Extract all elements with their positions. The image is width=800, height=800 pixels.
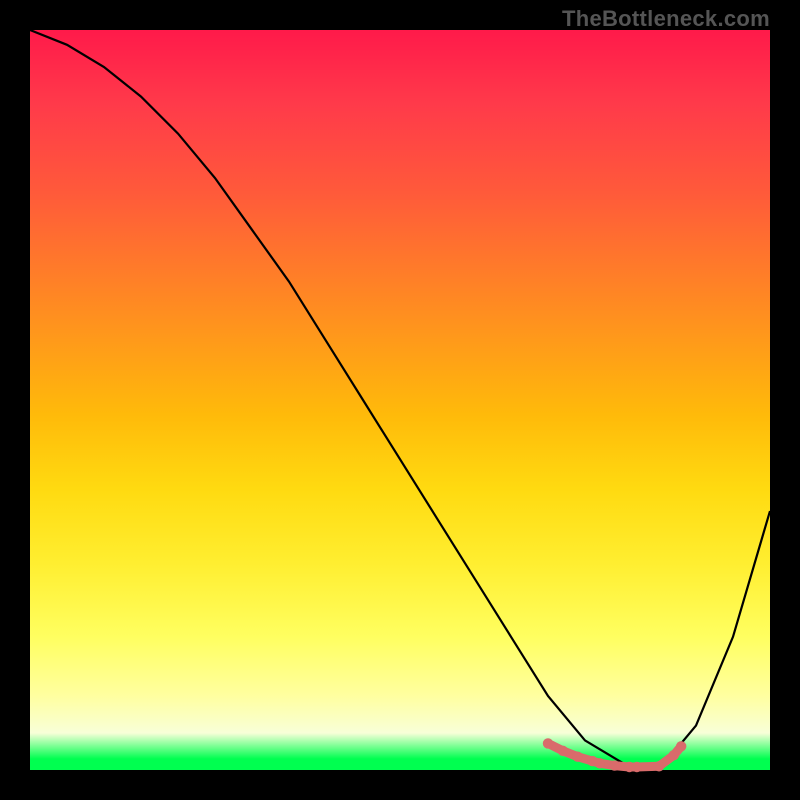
optimal-band-dot	[595, 758, 605, 768]
optimal-band-dot	[543, 738, 553, 748]
optimal-band-dot	[609, 760, 619, 770]
optimal-band-dot	[558, 746, 568, 756]
optimal-band-markers	[543, 738, 687, 772]
optimal-band-dot	[669, 750, 679, 760]
optimal-band-dot	[676, 741, 686, 751]
plot-area	[30, 30, 770, 770]
bottleneck-curve-line	[30, 30, 770, 770]
optimal-band-dot	[572, 752, 582, 762]
watermark-text: TheBottleneck.com	[562, 6, 770, 32]
chart-svg	[30, 30, 770, 770]
optimal-band-dot	[654, 761, 664, 771]
chart-container: TheBottleneck.com	[0, 0, 800, 800]
optimal-band-dot	[632, 762, 642, 772]
